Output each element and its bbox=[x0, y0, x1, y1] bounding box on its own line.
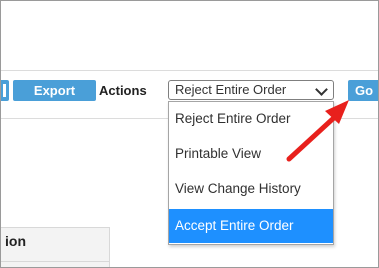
annotation-arrow-icon bbox=[286, 100, 349, 162]
page-frame: Export Actions Reject Entire Order Go Re… bbox=[0, 0, 379, 268]
